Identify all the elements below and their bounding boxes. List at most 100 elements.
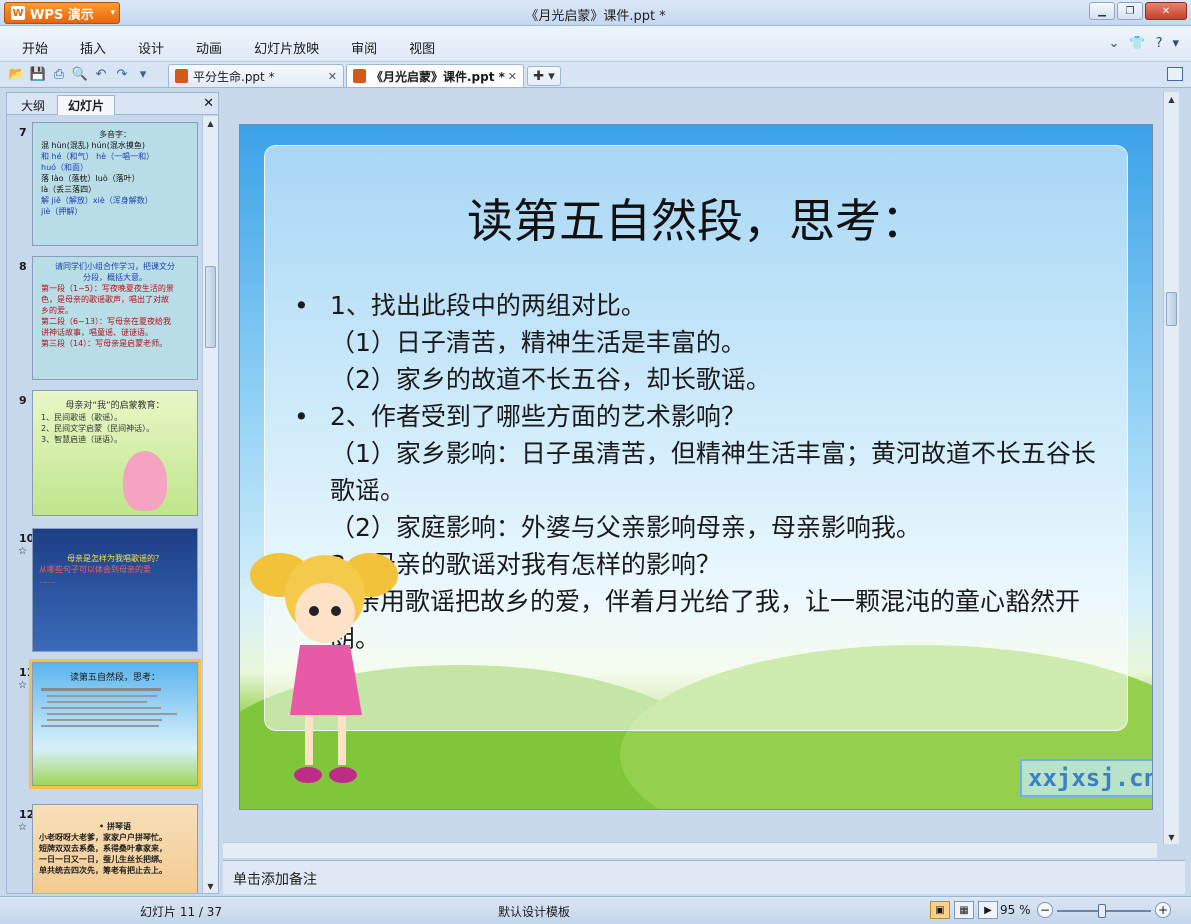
watermark-logo: xxjxsj.cn bbox=[1020, 759, 1152, 797]
editor-vertical-scrollbar[interactable]: ▲ ▼ bbox=[1163, 92, 1179, 844]
slide-thumbnail[interactable]: 请同学们小组合作学习，把课文分 分段，概括大意。 第一段（1~5）：写夜晚夏夜生… bbox=[32, 256, 198, 380]
thumb-text: 和 hé（和气） hè（一唱一和） bbox=[41, 152, 155, 161]
thumb-text: 第一段（1~5）：写夜晚夏夜生活的景 bbox=[41, 284, 174, 293]
chevron-down-icon[interactable]: ▾ bbox=[1172, 36, 1179, 51]
help-icon[interactable]: ? bbox=[1156, 36, 1163, 51]
customize-toolbar-icon[interactable]: ▾ bbox=[134, 65, 152, 83]
slide-bullet: • 2、作者受到了哪些方面的艺术影响？ bbox=[294, 398, 1104, 435]
thumb-text: 一日一日又一日，蚕儿生丝长把绑。 bbox=[39, 855, 167, 864]
thumb-line bbox=[47, 695, 157, 697]
window-title: 《月光启蒙》课件.ppt * bbox=[525, 9, 666, 24]
slide-subitem: （2）家乡的故道不长五谷，却长歌谣。 bbox=[330, 365, 771, 394]
slideshow-icon[interactable]: ▶ bbox=[978, 901, 998, 919]
slide-canvas[interactable]: 读第五自然段，思考： • 1、找出此段中的两组对比。 （1）日子清苦，精神生活是丰… bbox=[239, 124, 1153, 810]
restore-button[interactable]: ❐ bbox=[1117, 2, 1143, 20]
scroll-down-icon[interactable]: ▼ bbox=[1164, 830, 1179, 844]
save-icon[interactable]: 💾 bbox=[29, 65, 47, 83]
thumb-line bbox=[47, 701, 147, 703]
close-tab-icon[interactable]: ✕ bbox=[508, 70, 517, 83]
scroll-up-icon[interactable]: ▲ bbox=[1164, 92, 1179, 106]
editor-horizontal-scrollbar[interactable] bbox=[223, 842, 1157, 858]
slide-subitem: （1）日子清苦，精神生活是丰富的。 bbox=[330, 328, 746, 357]
thumb-text: 母亲对“我”的启蒙教育： bbox=[65, 401, 165, 411]
thumb-line bbox=[41, 707, 161, 709]
close-window-button[interactable]: ✕ bbox=[1145, 2, 1187, 20]
zoom-in-icon[interactable]: + bbox=[1155, 902, 1171, 918]
close-panel-icon[interactable]: ✕ bbox=[203, 96, 214, 111]
slide-thumbnail[interactable]: 母亲是怎样为我唱歌谣的？ 从哪些句子可以体会到母亲的爱 …… bbox=[32, 528, 198, 652]
skin-icon[interactable]: 👕 bbox=[1129, 36, 1145, 51]
thumb-line bbox=[41, 725, 159, 727]
slide-text: 1、找出此段中的两组对比。 bbox=[330, 291, 646, 320]
thumb-text: 母亲是怎样为我唱歌谣的？ bbox=[67, 554, 163, 563]
menu-insert[interactable]: 插入 bbox=[80, 38, 106, 57]
slide-number: 9 bbox=[19, 394, 27, 407]
quick-access-toolbar: 📂 💾 ⎙ 🔍 ↶ ↷ ▾ bbox=[8, 65, 152, 83]
thumbnail-scrollbar[interactable]: ▲ ▼ bbox=[202, 116, 218, 893]
menu-animation[interactable]: 动画 bbox=[196, 38, 222, 57]
thumb-text: 乡的爱。 bbox=[41, 306, 73, 315]
menu-review[interactable]: 审阅 bbox=[351, 38, 377, 57]
tab-document-1[interactable]: 平分生命.ppt * ✕ bbox=[168, 64, 344, 87]
slide-thumbnail[interactable]: • 拼琴语 小老呀呀大老爹，家家户户拼琴忙。 短牌双双去系桑，系得桑叶拿家来， … bbox=[32, 804, 198, 893]
print-preview-icon[interactable]: 🔍 bbox=[71, 65, 89, 83]
slide-thumbnail[interactable]: 多音字： 混 hùn(混乱) hún(混水摸鱼) 和 hé（和气） hè（一唱一… bbox=[32, 122, 198, 246]
menu-home[interactable]: 开始 bbox=[22, 38, 48, 57]
thumb-line bbox=[47, 719, 162, 721]
animation-star-icon: ☆ bbox=[18, 680, 27, 691]
close-tab-icon[interactable]: ✕ bbox=[328, 70, 337, 83]
thumb-text: huó（和面） bbox=[41, 163, 89, 172]
animation-star-icon: ☆ bbox=[18, 822, 27, 833]
menu-slideshow[interactable]: 幻灯片放映 bbox=[254, 38, 319, 57]
ppt-file-icon bbox=[353, 69, 366, 83]
animation-star-icon: ☆ bbox=[18, 546, 27, 557]
open-folder-icon[interactable]: 📂 bbox=[8, 65, 26, 83]
print-icon[interactable]: ⎙ bbox=[50, 65, 68, 83]
notes-pane[interactable]: 单击添加备注 bbox=[223, 860, 1185, 894]
ppt-file-icon bbox=[175, 69, 188, 83]
scrollbar-thumb[interactable] bbox=[205, 266, 216, 348]
menu-view[interactable]: 视图 bbox=[409, 38, 435, 57]
thumb-text: …… bbox=[39, 576, 55, 585]
slide-editor: 读第五自然段，思考： • 1、找出此段中的两组对比。 （1）日子清苦，精神生活是丰… bbox=[223, 92, 1185, 859]
slide-thumbnail-selected[interactable]: 读第五自然段，思考： bbox=[29, 659, 201, 789]
new-tab-button[interactable]: ✚ ▾ bbox=[527, 66, 561, 86]
tab-label: 平分生命.ppt * bbox=[193, 69, 275, 84]
slides-panel: 大纲 幻灯片 ✕ 7 多音字： 混 hùn(混乱) hún(混水摸鱼) 和 hé… bbox=[6, 92, 219, 894]
collapse-ribbon-icon[interactable]: ⌄ bbox=[1108, 36, 1119, 51]
slide-sorter-icon[interactable]: ▦ bbox=[954, 901, 974, 919]
undo-icon[interactable]: ↶ bbox=[92, 65, 110, 83]
scroll-down-icon[interactable]: ▼ bbox=[203, 879, 218, 893]
slide-thumbnail[interactable]: 母亲对“我”的启蒙教育： 1、民间歌谣（歌谣）。 2、民间文学启蒙（民间神话）。… bbox=[32, 390, 198, 516]
thumb-text: 读第五自然段，思考： bbox=[69, 673, 160, 683]
zoom-slider-handle[interactable] bbox=[1098, 904, 1106, 918]
thumb-text: 色，是母亲的歌谣歌声，唱出了对故 bbox=[41, 295, 169, 304]
tab-document-2[interactable]: 《月光启蒙》课件.ppt * ✕ bbox=[346, 64, 524, 87]
title-bar: W WPS 演示 ▾ 《月光启蒙》课件.ppt * ▁ ❐ ✕ bbox=[0, 0, 1191, 26]
bullet-icon: • bbox=[294, 402, 309, 431]
notes-placeholder[interactable]: 单击添加备注 bbox=[233, 869, 317, 889]
status-bar: 幻灯片 11 / 37 默认设计模板 ▣ ▦ ▶ 95 % − + bbox=[0, 896, 1191, 924]
slide-number: 8 bbox=[19, 260, 27, 273]
normal-view-icon[interactable]: ▣ bbox=[930, 901, 950, 919]
thumb-text: 讲神话故事，唱童谣、谜谜语。 bbox=[41, 328, 153, 337]
minimize-button[interactable]: ▁ bbox=[1089, 2, 1115, 20]
slide-title[interactable]: 读第五自然段，思考： bbox=[240, 185, 1152, 251]
slide-bullet: • 1、找出此段中的两组对比。 bbox=[294, 287, 1104, 324]
thumb-text: 小老呀呀大老爹，家家户户拼琴忙。 bbox=[39, 833, 167, 842]
slide-body[interactable]: • 1、找出此段中的两组对比。 （1）日子清苦，精神生活是丰富的。 （2）家乡的故… bbox=[294, 287, 1104, 657]
template-name[interactable]: 默认设计模板 bbox=[498, 903, 570, 920]
slide-subitem: （2）家庭影响：外婆与父亲影响母亲，母亲影响我。 bbox=[330, 513, 921, 542]
thumb-text: 落 lào（落枕）luò（落叶） bbox=[41, 174, 140, 183]
thumb-line bbox=[41, 688, 161, 691]
zoom-out-icon[interactable]: − bbox=[1037, 902, 1053, 918]
tab-outline[interactable]: 大纲 bbox=[11, 95, 55, 115]
zoom-level: 95 % bbox=[1000, 903, 1031, 917]
menu-design[interactable]: 设计 bbox=[138, 38, 164, 57]
redo-icon[interactable]: ↷ bbox=[113, 65, 131, 83]
panel-toggle-icon[interactable] bbox=[1167, 67, 1183, 81]
scrollbar-thumb[interactable] bbox=[1166, 292, 1177, 326]
tab-label: 《月光启蒙》课件.ppt * bbox=[371, 69, 505, 84]
tab-slides[interactable]: 幻灯片 bbox=[57, 95, 116, 115]
scroll-up-icon[interactable]: ▲ bbox=[203, 116, 218, 130]
